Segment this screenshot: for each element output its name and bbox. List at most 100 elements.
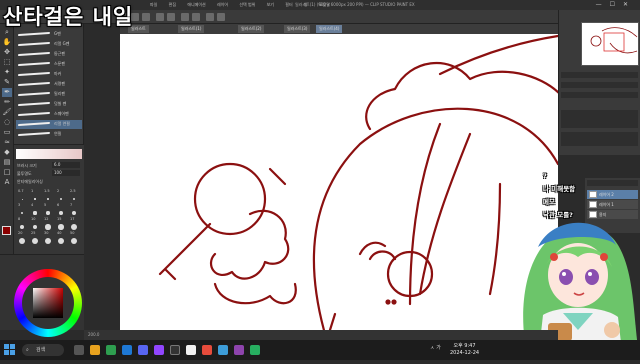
opacity-field[interactable]: 100 <box>52 170 80 176</box>
brush-size-preset[interactable] <box>72 197 76 201</box>
layer-property-panel <box>561 132 638 146</box>
menu-file[interactable]: 파일 <box>150 0 157 10</box>
fill-tool-icon[interactable]: ◆ <box>2 148 12 157</box>
color-wheel[interactable] <box>14 269 82 337</box>
brush-size-preset[interactable] <box>21 198 23 200</box>
auto-select-tool-icon[interactable]: ✦ <box>2 68 12 77</box>
tab-canvas-5[interactable]: 일러스트(4) <box>316 25 343 33</box>
clock[interactable]: 오후 9:47 2024-12-24 <box>450 343 479 357</box>
app-icon[interactable] <box>218 345 228 355</box>
brush-size-preset[interactable] <box>46 211 50 215</box>
task-view-icon[interactable] <box>74 345 84 355</box>
subtool-item[interactable]: 리얼 G펜 <box>16 40 82 49</box>
tab-canvas-3[interactable]: 일러스트(2) <box>238 25 265 33</box>
snap-icon[interactable] <box>206 13 214 21</box>
discord-icon[interactable] <box>138 345 148 355</box>
menu-filter[interactable]: 필터 <box>285 0 292 10</box>
brush-size-preset[interactable] <box>19 224 25 230</box>
menu-view[interactable]: 보기 <box>267 0 274 10</box>
blend-mode-select[interactable] <box>587 180 638 186</box>
subtool-item[interactable]: 연필 <box>16 130 82 139</box>
transform-icon[interactable] <box>192 13 200 21</box>
navigator-preview[interactable] <box>581 22 639 66</box>
brush-size-preset[interactable] <box>71 238 77 244</box>
brush-size-preset[interactable] <box>19 238 25 244</box>
chrome-icon[interactable] <box>106 345 116 355</box>
brush-size-preset[interactable] <box>34 198 36 200</box>
save-icon[interactable] <box>142 13 150 21</box>
windows-start-icon[interactable] <box>4 344 16 356</box>
drawing-canvas[interactable] <box>120 34 558 330</box>
brush-size-preset[interactable] <box>33 211 37 215</box>
navigator-controls[interactable] <box>561 92 638 98</box>
main-color-swatch[interactable] <box>2 226 11 235</box>
tab-canvas-2[interactable]: 일러스트(1) <box>178 25 205 33</box>
twitch-icon[interactable] <box>154 345 164 355</box>
hand-tool-icon[interactable]: ✋ <box>2 38 12 47</box>
subtool-item[interactable]: 둥근펜 <box>16 50 82 59</box>
subtool-item[interactable]: 스푼펜 <box>16 60 82 69</box>
saturation-value-square[interactable] <box>33 288 63 318</box>
brush-size-preset[interactable] <box>71 224 77 230</box>
brush-size-field[interactable]: 6.0 <box>52 162 80 168</box>
brush-size-preset[interactable] <box>45 224 51 230</box>
subtool-item[interactable]: 덧칠 펜 <box>16 100 82 109</box>
menu-animation[interactable]: 애니메이션 <box>187 0 205 10</box>
brush-size-preset[interactable] <box>71 210 77 216</box>
edge-icon[interactable] <box>122 345 132 355</box>
subtool-item-selected[interactable]: 리얼 연필 <box>16 120 82 129</box>
layer-row-selected[interactable]: 레이어 2 <box>587 190 638 199</box>
menu-layer[interactable]: 레이어 <box>217 0 228 10</box>
menu-selection[interactable]: 선택 범위 <box>239 0 255 10</box>
system-tray[interactable]: ㅅ 가 <box>430 344 441 351</box>
close-icon[interactable]: ✕ <box>623 1 636 8</box>
maximize-icon[interactable]: ☐ <box>610 1 623 8</box>
eraser-tool-icon[interactable]: ▭ <box>2 128 12 137</box>
subtool-item[interactable]: 서명펜 <box>16 80 82 89</box>
zoom-level[interactable]: 200.0 <box>88 332 99 337</box>
pencil-tool-icon[interactable]: ✏ <box>2 98 12 107</box>
brush-size-preset[interactable] <box>58 238 64 244</box>
brush-size-preset[interactable] <box>32 224 38 230</box>
brush-size-label: 3 <box>18 203 21 207</box>
ruler-icon[interactable] <box>217 13 225 21</box>
brush-size-preset[interactable] <box>20 211 24 215</box>
redo-icon[interactable] <box>167 13 175 21</box>
brush-size-preset[interactable] <box>59 197 63 201</box>
brush-size-preset[interactable] <box>45 238 51 244</box>
subtool-item[interactable]: 스퀘어펜 <box>16 110 82 119</box>
subtool-item[interactable]: G펜 <box>16 30 82 39</box>
sub-view-panel <box>561 110 638 128</box>
brush-size-preset[interactable] <box>58 224 64 230</box>
clip-studio-icon[interactable] <box>186 345 196 355</box>
brush-size-preset[interactable] <box>47 198 49 200</box>
shape-tool-icon[interactable]: □ <box>2 168 12 177</box>
navigator-zoom-bar[interactable] <box>561 72 638 78</box>
pen-tool-icon[interactable]: ✒ <box>2 88 12 97</box>
file-explorer-icon[interactable] <box>90 345 100 355</box>
blend-tool-icon[interactable]: ≈ <box>2 138 12 147</box>
brush-size-preset[interactable] <box>32 238 38 244</box>
app-icon[interactable] <box>250 345 260 355</box>
tool-property-panel: 브러시 크기 6.0 불투명도 100 안티에일리어싱 0.7 1 1.5 2 2.5 3… <box>14 144 84 254</box>
eyedropper-tool-icon[interactable]: ✎ <box>2 78 12 87</box>
taskbar-search-input[interactable]: ⌕ 검색 <box>22 344 64 356</box>
brush-tool-icon[interactable]: 🖌 <box>2 108 12 117</box>
move-tool-icon[interactable]: ✥ <box>2 48 12 57</box>
airbrush-tool-icon[interactable]: ◌ <box>2 118 12 127</box>
undo-icon[interactable] <box>156 13 164 21</box>
subtool-item[interactable]: 마커 <box>16 70 82 79</box>
menu-edit[interactable]: 편집 <box>169 0 176 10</box>
brush-size-preset[interactable] <box>59 211 63 215</box>
select-tool-icon[interactable]: ⬚ <box>2 58 12 67</box>
tab-canvas-4[interactable]: 일러스트(3) <box>284 25 311 33</box>
gradient-tool-icon[interactable]: ▤ <box>2 158 12 167</box>
text-tool-icon[interactable]: A <box>2 178 12 187</box>
app-icon[interactable] <box>234 345 244 355</box>
navigator-rotate-bar[interactable] <box>561 82 638 88</box>
minimize-icon[interactable]: — <box>596 1 610 8</box>
obs-icon[interactable] <box>170 345 180 355</box>
clear-icon[interactable] <box>181 13 189 21</box>
app-icon[interactable] <box>202 345 212 355</box>
subtool-item[interactable]: 밀리펜 <box>16 90 82 99</box>
